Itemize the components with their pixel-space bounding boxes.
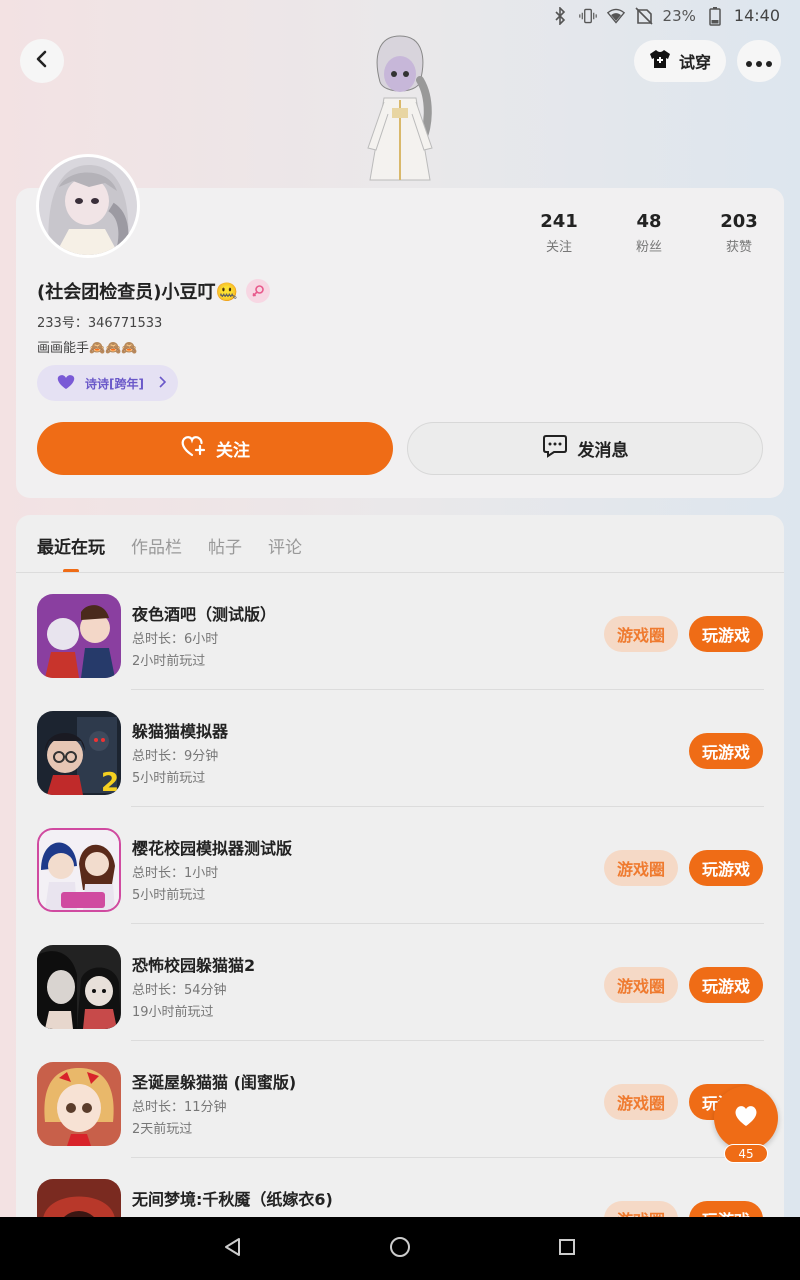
title-badge-label: 诗诗[跨年] [85, 376, 144, 391]
chat-bubble-icon [542, 434, 568, 463]
bluetooth-icon [551, 6, 569, 25]
game-name: 樱花校园模拟器测试版 [132, 839, 293, 858]
stat-label: 粉丝 [635, 240, 662, 255]
profile-stats: 241 关注 48 粉丝 203 获赞 [514, 211, 784, 255]
game-row[interactable]: 樱花校园模拟器测试版 总时长：1小时 5小时前玩过 游戏圈 玩游戏 [16, 807, 784, 924]
chevron-left-icon [34, 50, 50, 72]
game-icon [37, 828, 121, 912]
game-name: 躲猫猫模拟器 [132, 722, 229, 741]
stat-following[interactable]: 241 关注 [514, 211, 604, 255]
heart-badge-icon [55, 374, 77, 393]
game-last-played: 19小时前玩过 [132, 1005, 214, 1020]
play-game-button[interactable]: 玩游戏 [689, 616, 763, 652]
stat-label: 获赞 [725, 240, 752, 255]
system-navigation-bar [0, 1217, 800, 1280]
stat-likes[interactable]: 203 获赞 [694, 211, 784, 255]
more-options-button[interactable] [737, 40, 781, 82]
wifi-icon [606, 7, 625, 25]
game-duration: 总时长：9分钟 [132, 749, 219, 764]
heart-plus-icon [180, 435, 206, 462]
game-name: 无间梦境:千秋魇（纸嫁衣6) [132, 1190, 333, 1209]
status-bar: 23% 14:40 [0, 0, 800, 34]
game-row[interactable]: 2 躲猫猫模拟器 总时长：9分钟 5小时前玩过 玩游戏 [16, 690, 784, 807]
game-circle-button[interactable]: 游戏圈 [604, 850, 678, 886]
tab-works[interactable]: 作品栏 [131, 533, 182, 558]
title-badge[interactable]: 诗诗[跨年] [37, 365, 178, 401]
chevron-right-icon [158, 375, 167, 391]
game-icon [37, 945, 121, 1029]
stat-label: 关注 [545, 240, 572, 255]
circle-home-icon [389, 1236, 411, 1262]
game-row[interactable]: 夜色酒吧（测试版） 总时长：6小时 2小时前玩过 游戏圈 玩游戏 [16, 573, 784, 690]
game-icon: 2 [37, 711, 121, 795]
follow-button[interactable]: 关注 [37, 422, 393, 475]
follow-label: 关注 [216, 441, 250, 461]
heart-icon [733, 1104, 759, 1132]
nav-recents-button[interactable] [547, 1229, 587, 1269]
try-on-label: 试穿 [678, 53, 711, 72]
no-sim-icon [634, 6, 653, 25]
game-last-played: 5小时前玩过 [132, 888, 206, 903]
play-game-button[interactable]: 玩游戏 [689, 733, 763, 769]
stat-value: 203 [720, 211, 758, 232]
triangle-back-icon [223, 1237, 243, 1261]
shirt-icon [649, 49, 671, 73]
message-label: 发消息 [577, 441, 629, 461]
square-recents-icon [557, 1237, 577, 1261]
game-duration: 总时长：54分钟 [132, 983, 227, 998]
avatar-costume-figure [350, 30, 450, 190]
user-bio: 画画能手🙈🙈🙈 [37, 341, 138, 356]
user-id: 233号：346771533 [37, 316, 163, 331]
stat-value: 241 [540, 211, 578, 232]
game-circle-button[interactable]: 游戏圈 [604, 1084, 678, 1120]
game-name: 恐怖校园躲猫猫2 [132, 956, 256, 975]
clock: 14:40 [733, 6, 780, 25]
recent-games-card: 最近在玩 作品栏 帖子 评论 夜色酒吧（测试版） 总时长：6小时 2小时前玩过 … [16, 515, 784, 1235]
game-duration: 总时长：1小时 [132, 866, 219, 881]
battery-icon [706, 6, 724, 26]
game-last-played: 5小时前玩过 [132, 771, 206, 786]
game-circle-button[interactable]: 游戏圈 [604, 616, 678, 652]
profile-tabs: 最近在玩 作品栏 帖子 评论 [37, 533, 302, 558]
play-game-button[interactable]: 玩游戏 [689, 967, 763, 1003]
tab-comments[interactable]: 评论 [268, 533, 302, 558]
back-button[interactable] [20, 39, 64, 83]
username-row: (社会团检查员)小豆叮🤐 [37, 278, 270, 304]
game-last-played: 2小时前玩过 [132, 654, 206, 669]
game-name: 圣诞屋躲猫猫 (闺蜜版) [132, 1073, 297, 1092]
more-dots-icon [746, 52, 772, 71]
tab-posts[interactable]: 帖子 [208, 533, 242, 558]
game-last-played: 2天前玩过 [132, 1122, 193, 1137]
svg-text:2: 2 [101, 768, 119, 795]
nav-home-button[interactable] [380, 1229, 420, 1269]
game-row[interactable]: 圣诞屋躲猫猫 (闺蜜版) 总时长：11分钟 2天前玩过 游戏圈 玩游戏 [16, 1041, 784, 1158]
female-gender-icon [245, 279, 270, 303]
battery-percent: 23% [662, 6, 696, 25]
game-icon [37, 594, 121, 678]
stat-value: 48 [636, 211, 662, 232]
game-duration: 总时长：6小时 [132, 632, 219, 647]
try-on-button[interactable]: 试穿 [634, 40, 726, 82]
username: (社会团检查员)小豆叮🤐 [37, 282, 238, 303]
game-icon [37, 1062, 121, 1146]
avatar[interactable] [36, 154, 140, 258]
send-message-button[interactable]: 发消息 [407, 422, 763, 475]
nav-back-button[interactable] [213, 1229, 253, 1269]
tab-recently-played[interactable]: 最近在玩 [37, 533, 105, 558]
stat-followers[interactable]: 48 粉丝 [604, 211, 694, 255]
play-game-button[interactable]: 玩游戏 [689, 850, 763, 886]
like-button[interactable] [714, 1086, 778, 1150]
game-circle-button[interactable]: 游戏圈 [604, 967, 678, 1003]
game-duration: 总时长：11分钟 [132, 1100, 227, 1115]
like-count: 45 [724, 1144, 768, 1163]
vibrate-icon [578, 7, 597, 25]
game-row[interactable]: 恐怖校园躲猫猫2 总时长：54分钟 19小时前玩过 游戏圈 玩游戏 [16, 924, 784, 1041]
game-name: 夜色酒吧（测试版） [132, 605, 277, 624]
